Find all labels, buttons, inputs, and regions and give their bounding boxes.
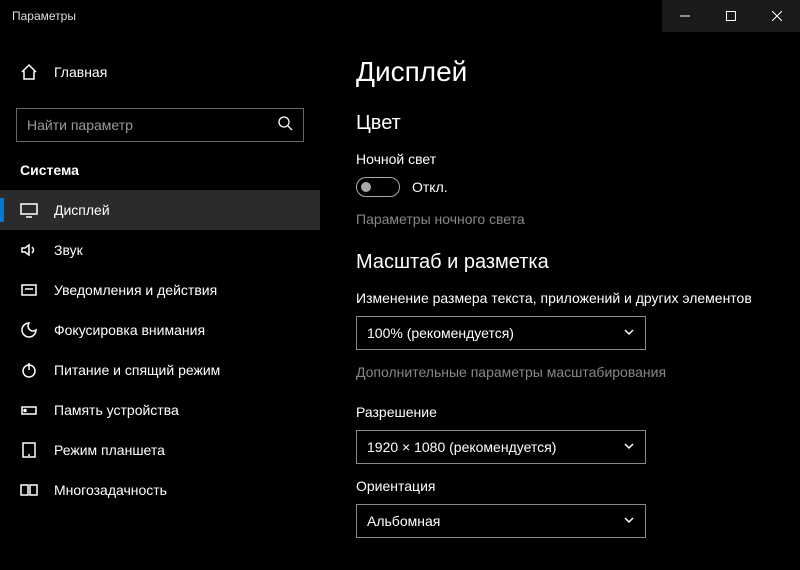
nav-label: Память устройства bbox=[54, 402, 179, 418]
nav-label: Уведомления и действия bbox=[54, 282, 217, 298]
scale-select[interactable]: 100% (рекомендуется) bbox=[356, 316, 646, 350]
nav-label: Режим планшета bbox=[54, 442, 165, 458]
display-icon bbox=[20, 201, 38, 219]
window-title: Параметры bbox=[12, 9, 76, 23]
orientation-select[interactable]: Альбомная bbox=[356, 504, 646, 538]
night-light-settings-link[interactable]: Параметры ночного света bbox=[356, 211, 764, 227]
nav-display[interactable]: Дисплей bbox=[0, 190, 320, 230]
search-input[interactable] bbox=[27, 117, 277, 133]
tablet-icon bbox=[20, 441, 38, 459]
orientation-value: Альбомная bbox=[367, 513, 440, 529]
chevron-down-icon bbox=[623, 439, 635, 455]
color-section-title: Цвет bbox=[356, 112, 764, 135]
minimize-button[interactable] bbox=[662, 0, 708, 32]
resolution-value: 1920 × 1080 (рекомендуется) bbox=[367, 439, 556, 455]
night-light-toggle[interactable] bbox=[356, 177, 400, 197]
nav-storage[interactable]: Память устройства bbox=[0, 390, 320, 430]
scale-value: 100% (рекомендуется) bbox=[367, 325, 514, 341]
home-label: Главная bbox=[54, 64, 107, 80]
nav-label: Дисплей bbox=[54, 202, 110, 218]
nav-tablet[interactable]: Режим планшета bbox=[0, 430, 320, 470]
nav-multitasking[interactable]: Многозадачность bbox=[0, 470, 320, 510]
titlebar: Параметры bbox=[0, 0, 800, 32]
home-nav[interactable]: Главная bbox=[0, 52, 320, 92]
main-panel: Дисплей Цвет Ночной свет Откл. Параметры… bbox=[320, 32, 800, 570]
home-icon bbox=[20, 63, 38, 81]
nav-label: Фокусировка внимания bbox=[54, 322, 205, 338]
night-light-state: Откл. bbox=[412, 179, 448, 195]
nav-label: Питание и спящий режим bbox=[54, 362, 220, 378]
page-title: Дисплей bbox=[356, 56, 764, 88]
multitasking-icon bbox=[20, 481, 38, 499]
scale-label: Изменение размера текста, приложений и д… bbox=[356, 290, 764, 306]
sidebar: Главная Система Дисплей Звук Уведомления… bbox=[0, 32, 320, 570]
nav-power[interactable]: Питание и спящий режим bbox=[0, 350, 320, 390]
sound-icon bbox=[20, 241, 38, 259]
chevron-down-icon bbox=[623, 513, 635, 529]
resolution-select[interactable]: 1920 × 1080 (рекомендуется) bbox=[356, 430, 646, 464]
storage-icon bbox=[20, 401, 38, 419]
nav-focus[interactable]: Фокусировка внимания bbox=[0, 310, 320, 350]
nav-notifications[interactable]: Уведомления и действия bbox=[0, 270, 320, 310]
category-label: Система bbox=[0, 162, 320, 178]
nav-label: Звук bbox=[54, 242, 83, 258]
close-button[interactable] bbox=[754, 0, 800, 32]
orientation-label: Ориентация bbox=[356, 478, 764, 494]
power-icon bbox=[20, 361, 38, 379]
window-controls bbox=[662, 0, 800, 32]
resolution-label: Разрешение bbox=[356, 404, 764, 420]
nav-sound[interactable]: Звук bbox=[0, 230, 320, 270]
search-icon bbox=[277, 115, 293, 136]
scale-section-title: Масштаб и разметка bbox=[356, 251, 764, 274]
search-box[interactable] bbox=[16, 108, 304, 142]
advanced-scaling-link[interactable]: Дополнительные параметры масштабирования bbox=[356, 364, 764, 380]
chevron-down-icon bbox=[623, 325, 635, 341]
night-light-label: Ночной свет bbox=[356, 151, 764, 167]
focus-icon bbox=[20, 321, 38, 339]
notifications-icon bbox=[20, 281, 38, 299]
nav-label: Многозадачность bbox=[54, 482, 167, 498]
maximize-button[interactable] bbox=[708, 0, 754, 32]
